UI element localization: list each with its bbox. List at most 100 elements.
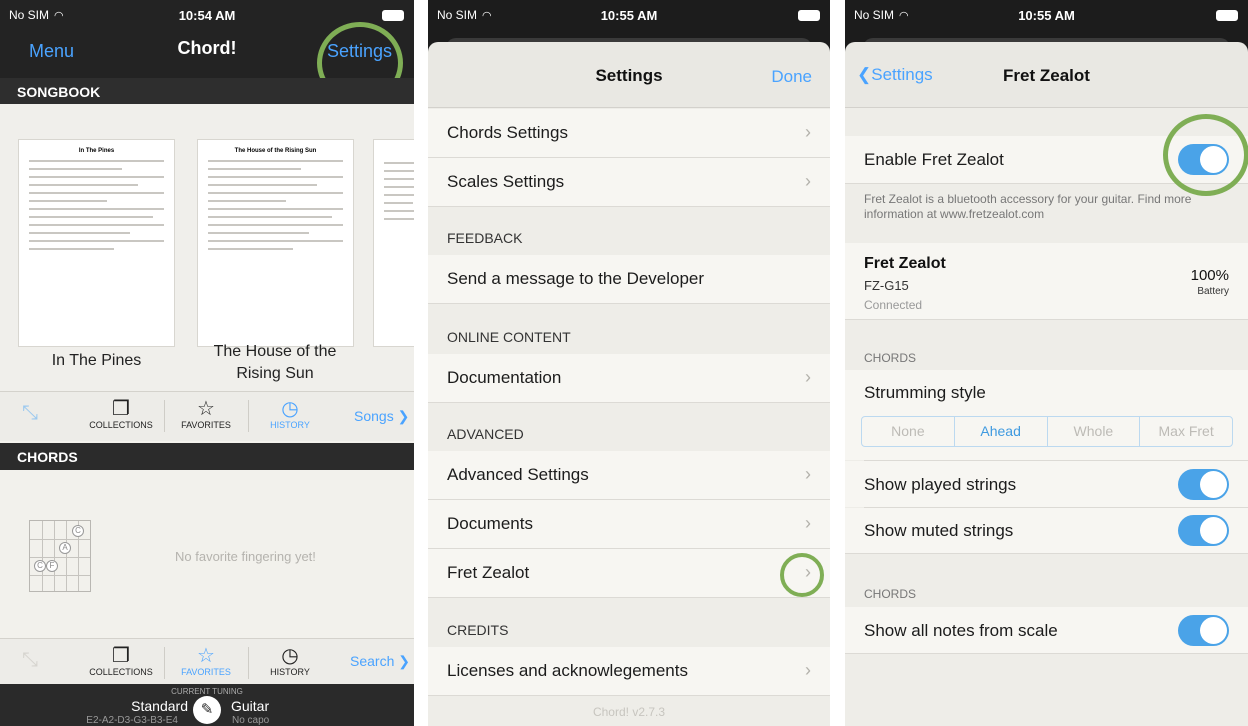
expand-icon[interactable]: ⤡	[22, 402, 38, 424]
expand-icon[interactable]: ⤡	[22, 649, 38, 671]
settings-row-chords[interactable]: Chords Settings ›	[428, 109, 830, 158]
songbook-header: SONGBOOK	[0, 78, 414, 104]
online-content-header: ONLINE CONTENT	[447, 329, 571, 345]
highlight-circle	[1163, 114, 1248, 196]
chevron-right-icon: ›	[805, 464, 811, 484]
settings-row-send-message[interactable]: Send a message to the Developer	[428, 255, 830, 304]
row-label: Enable Fret Zealot	[864, 150, 1004, 169]
device-model: FZ-G15	[864, 278, 909, 293]
collections-tab[interactable]: ❐ COLLECTIONS	[85, 398, 157, 430]
song-name[interactable]: The House of the Rising Sun	[190, 341, 360, 385]
chevron-right-icon: ›	[805, 122, 811, 142]
songs-button[interactable]: Songs ❯	[354, 408, 409, 425]
row-label: Documents	[447, 514, 533, 533]
credits-header: CREDITS	[447, 622, 509, 638]
row-label: Send a message to the Developer	[447, 269, 705, 288]
row-label: Chords Settings	[447, 123, 568, 142]
chevron-right-icon: ›	[805, 171, 811, 191]
collections-label: COLLECTIONS	[89, 420, 153, 430]
chevron-right-icon: ❯	[398, 653, 410, 669]
finger-dot: F	[46, 560, 58, 572]
collections-tab[interactable]: ❐ COLLECTIONS	[85, 645, 157, 677]
songbook-toolbar: ⤡ ❐ COLLECTIONS ☆ FAVORITES ◷ HISTORY Songs…	[0, 391, 414, 441]
tuning-bar[interactable]: CURRENT TUNING Standard ✎ Guitar E2-A2-D…	[0, 684, 414, 726]
chords-toolbar: ⤡ ❐ COLLECTIONS ☆ FAVORITES ◷ HISTORY Searc…	[0, 638, 414, 684]
show-all-notes-row: Show all notes from scale	[845, 607, 1248, 654]
favorites-tab[interactable]: ☆ FAVORITES	[170, 398, 242, 430]
fret-zealot-screen: No SIM ◠ 10:55 AM ❮Settings Fret Zealot E…	[845, 0, 1248, 726]
battery-value: 100%	[1190, 267, 1229, 284]
history-label: HISTORY	[270, 667, 310, 677]
row-label: Show all notes from scale	[864, 621, 1058, 640]
chords-area: C A C F No favorite fingering yet!	[0, 470, 414, 638]
toolbar-divider	[164, 647, 165, 679]
search-label: Search	[350, 653, 395, 669]
status-time: 10:54 AM	[178, 8, 236, 23]
song-sheet-thumbnail[interactable]	[373, 139, 414, 347]
status-time: 10:55 AM	[600, 8, 658, 23]
capo-label: No capo	[232, 715, 270, 726]
collections-label: COLLECTIONS	[89, 667, 153, 677]
search-button[interactable]: Search ❯	[350, 653, 410, 670]
strumming-option-whole[interactable]: Whole	[1046, 417, 1140, 446]
song-sheet-thumbnail[interactable]: In The Pines	[18, 139, 175, 347]
row-label: Strumming style	[864, 383, 986, 402]
current-tuning-label: CURRENT TUNING	[171, 687, 243, 696]
history-label: HISTORY	[270, 420, 310, 430]
favorites-tab[interactable]: ☆ FAVORITES	[170, 645, 242, 677]
settings-row-documentation[interactable]: Documentation ›	[428, 354, 830, 403]
status-time: 10:55 AM	[1018, 8, 1075, 23]
chevron-right-icon: ›	[805, 660, 811, 680]
chords-header: CHORDS	[864, 351, 917, 365]
chord-diagram[interactable]: C A C F	[29, 520, 91, 592]
advanced-header: ADVANCED	[447, 426, 524, 442]
songbook-screen: No SIM ◠ 10:54 AM Menu Chord! Settings SO…	[0, 0, 414, 726]
battery-label: Battery	[1197, 286, 1229, 297]
strumming-option-ahead[interactable]: Ahead	[953, 417, 1047, 446]
settings-row-scales[interactable]: Scales Settings ›	[428, 158, 830, 207]
feedback-header: FEEDBACK	[447, 230, 523, 246]
settings-screen: No SIM ◠ 10:55 AM Settings Done Chords Se…	[428, 0, 830, 726]
history-tab[interactable]: ◷ HISTORY	[254, 398, 326, 430]
page-title: Fret Zealot	[1003, 66, 1090, 85]
device-row[interactable]: Fret Zealot FZ-G15 Connected 100% Batter…	[845, 243, 1248, 320]
collections-icon: ❐	[112, 398, 130, 420]
done-button[interactable]: Done	[771, 67, 812, 87]
battery-icon	[382, 10, 404, 21]
settings-row-licenses[interactable]: Licenses and acknowlegements ›	[428, 647, 830, 696]
device-status: Connected	[864, 298, 923, 312]
settings-row-fret-zealot[interactable]: Fret Zealot ›	[428, 549, 830, 598]
tuning-name: Standard	[131, 698, 188, 714]
muted-strings-toggle[interactable]	[1178, 515, 1229, 546]
finger-dot: C	[72, 525, 84, 537]
version-label: Chord! v2.7.3	[592, 705, 666, 719]
favorites-label: FAVORITES	[181, 667, 231, 677]
chords-header: CHORDS	[0, 443, 414, 470]
settings-row-advanced[interactable]: Advanced Settings ›	[428, 451, 830, 500]
history-tab[interactable]: ◷ HISTORY	[254, 645, 326, 677]
chevron-right-icon: ›	[805, 513, 811, 533]
row-label: Licenses and acknowlegements	[447, 661, 688, 680]
status-bar: No SIM ◠ 10:55 AM	[428, 0, 830, 32]
sheet-title: In The Pines	[78, 148, 115, 154]
no-favorite-text: No favorite fingering yet!	[175, 549, 316, 564]
all-notes-toggle[interactable]	[1178, 615, 1229, 646]
collections-icon: ❐	[112, 645, 130, 667]
row-label: Scales Settings	[447, 172, 565, 191]
star-icon: ☆	[197, 398, 215, 420]
strumming-option-max-fret[interactable]: Max Fret	[1139, 417, 1232, 446]
instrument-name: Guitar	[231, 698, 270, 714]
chords-header-2: CHORDS	[864, 587, 917, 601]
navigation-bar: Settings Done	[428, 42, 830, 108]
song-sheet-thumbnail[interactable]: The House of the Rising Sun	[197, 139, 354, 347]
navigation-bar: No SIM ◠ 10:54 AM Menu Chord! Settings	[0, 0, 414, 104]
chevron-right-icon: ❯	[397, 408, 410, 424]
show-muted-strings-row: Show muted strings	[845, 508, 1248, 554]
settings-row-documents[interactable]: Documents ›	[428, 500, 830, 549]
row-label: Documentation	[447, 368, 562, 387]
battery-icon	[1216, 10, 1238, 21]
fret-zealot-description: Fret Zealot is a bluetooth accessory for…	[864, 192, 1192, 221]
strumming-option-none[interactable]: None	[862, 417, 954, 446]
song-name[interactable]: In The Pines	[18, 350, 175, 372]
played-strings-toggle[interactable]	[1178, 469, 1229, 500]
